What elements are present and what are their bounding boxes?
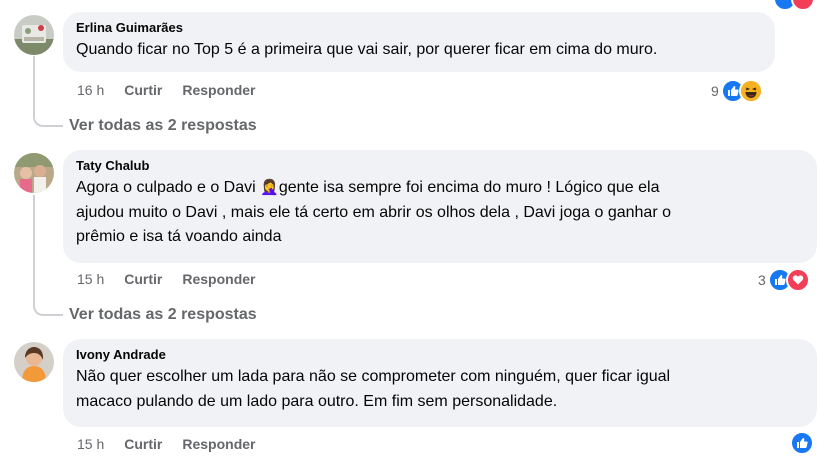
avatar[interactable] — [14, 15, 54, 55]
reaction-summary[interactable]: 9 — [711, 79, 763, 103]
like-button[interactable]: Curtir — [124, 436, 162, 452]
reply-button[interactable]: Responder — [182, 436, 255, 452]
facepalm-emoji: 🤦‍♀️ — [260, 179, 279, 196]
comment-timestamp[interactable]: 15 h — [77, 271, 104, 287]
comment-actions: 15 h Curtir Responder — [77, 436, 256, 452]
comment-line: prêmio e isa tá voando ainda — [76, 228, 282, 245]
reaction-count: 9 — [711, 83, 719, 99]
comment-timestamp[interactable]: 15 h — [77, 436, 104, 452]
thread-connector — [33, 113, 63, 127]
comment-line: gente isa sempre foi encima do muro ! Ló… — [278, 179, 660, 196]
comment-author[interactable]: Erlina Guimarães — [76, 20, 763, 36]
like-button[interactable]: Curtir — [124, 82, 162, 98]
avatar[interactable] — [14, 153, 54, 193]
love-icon — [785, 268, 810, 292]
view-replies-link[interactable]: Ver todas as 2 respostas — [69, 117, 257, 135]
comment-actions: 15 h Curtir Responder — [77, 271, 256, 287]
comment-bubble: Erlina Guimarães Quando ficar no Top 5 é… — [63, 12, 775, 72]
haha-icon — [738, 79, 763, 103]
comment-author[interactable]: Ivony Andrade — [76, 347, 805, 363]
like-button[interactable]: Curtir — [124, 271, 162, 287]
comment-line: Não quer escolher um lada para não se co… — [76, 368, 671, 385]
comment-bubble: Taty Chalub Agora o culpado e o Davi 🤦‍♀… — [63, 150, 817, 263]
comment-line: Quando ficar no Top 5 é a primeira que v… — [76, 41, 658, 58]
comment-text: Quando ficar no Top 5 é a primeira que v… — [76, 38, 763, 63]
comment-line: ajudou muito o Davi , mais ele tá certo … — [76, 203, 671, 221]
thread-connector — [33, 302, 63, 316]
comment-text: Agora o culpado e o Davi 🤦‍♀️gente isa s… — [76, 176, 805, 250]
reaction-summary[interactable]: 3 — [758, 268, 810, 292]
view-replies-link[interactable]: Ver todas as 2 respostas — [69, 306, 257, 324]
reply-button[interactable]: Responder — [182, 271, 255, 287]
love-icon — [791, 0, 815, 11]
comment-timestamp[interactable]: 16 h — [77, 82, 104, 98]
comment-line: macaco pulando de um lado para outro. Em… — [76, 392, 558, 410]
reply-button[interactable]: Responder — [182, 82, 255, 98]
thread-line — [33, 195, 35, 303]
reaction-count: 3 — [758, 272, 766, 288]
previous-comment-reactions[interactable] — [773, 0, 815, 11]
thread-line — [33, 56, 35, 114]
comment-actions: 16 h Curtir Responder — [77, 82, 256, 98]
comment-author[interactable]: Taty Chalub — [76, 158, 805, 174]
like-icon — [790, 431, 814, 455]
comment-text: Não quer escolher um lada para não se co… — [76, 365, 805, 414]
avatar[interactable] — [14, 342, 54, 382]
comment-bubble: Ivony Andrade Não quer escolher um lada … — [63, 339, 817, 427]
reaction-summary[interactable] — [790, 431, 814, 455]
comment-line: Agora o culpado e o Davi — [76, 179, 261, 196]
